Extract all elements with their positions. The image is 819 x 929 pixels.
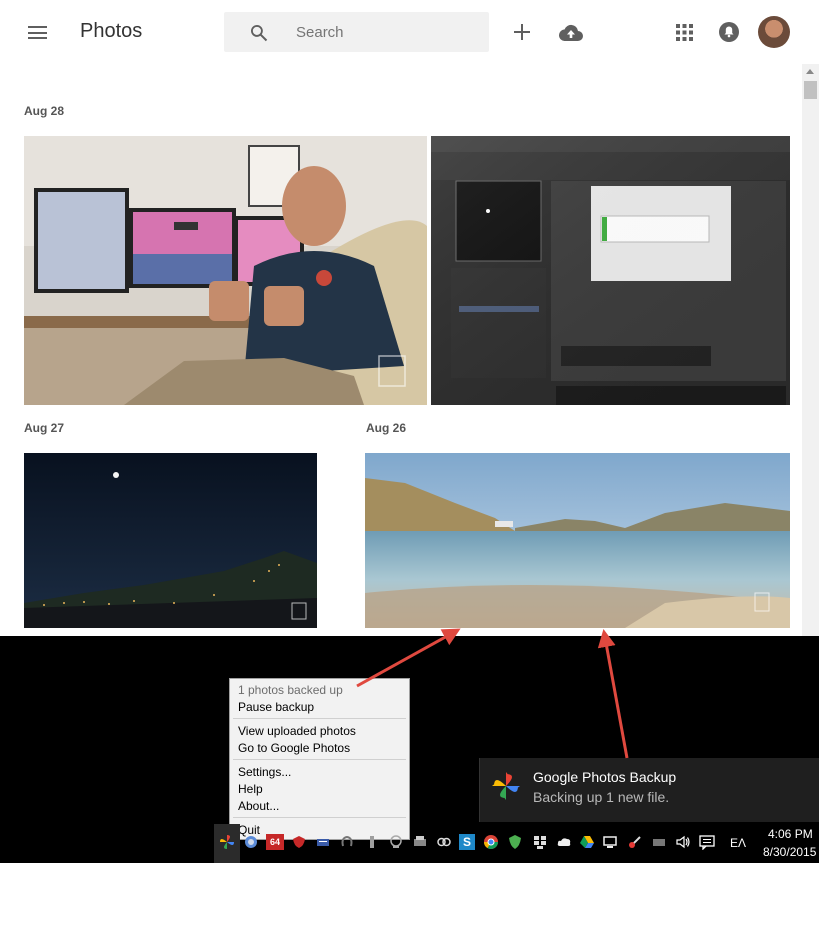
photo-thumbnail[interactable] xyxy=(24,136,427,405)
menu-item-help[interactable]: Help xyxy=(238,782,263,796)
menu-divider xyxy=(233,759,406,760)
menu-item-go-to-google-photos[interactable]: Go to Google Photos xyxy=(238,741,350,755)
photo-thumbnail[interactable] xyxy=(365,453,790,628)
link-tray-icon[interactable] xyxy=(436,834,452,850)
menu-item-about[interactable]: About... xyxy=(238,799,279,813)
tray-context-menu: 1 photos backed up Pause backup View upl… xyxy=(229,678,410,840)
menu-item-view-uploaded[interactable]: View uploaded photos xyxy=(238,724,356,738)
hamburger-menu-icon[interactable] xyxy=(28,26,47,39)
search-box[interactable] xyxy=(224,12,489,52)
notifications-icon[interactable] xyxy=(719,22,739,42)
date-heading: Aug 26 xyxy=(366,421,407,435)
menu-item-pause-backup[interactable]: Pause backup xyxy=(238,700,314,714)
backup-notification-toast[interactable]: Google Photos Backup Backing up 1 new fi… xyxy=(479,758,819,822)
volume-tray-icon[interactable] xyxy=(675,834,691,850)
search-input[interactable] xyxy=(296,12,481,52)
taskbar-clock-date[interactable]: 8/30/2015 xyxy=(763,845,816,859)
menu-divider xyxy=(233,718,406,719)
menu-status-backed-up: 1 photos backed up xyxy=(238,683,343,697)
upload-icon[interactable] xyxy=(559,24,583,41)
chrome-tray-icon[interactable] xyxy=(483,834,499,850)
scrollbar-thumb[interactable] xyxy=(804,81,817,99)
antivirus-tray-icon[interactable] xyxy=(507,834,523,850)
date-heading: Aug 28 xyxy=(24,104,65,118)
photo-thumbnail[interactable] xyxy=(431,136,790,405)
pen-tray-icon[interactable] xyxy=(364,834,380,850)
keyboard-tray-icon[interactable] xyxy=(651,834,667,850)
top-app-bar: Photos xyxy=(0,0,819,64)
google-photos-tray-icon[interactable] xyxy=(219,834,235,850)
onedrive-cloud-tray-icon[interactable] xyxy=(556,834,572,850)
browser-tray-icon[interactable] xyxy=(243,834,259,850)
display-tray-icon[interactable] xyxy=(388,834,404,850)
menu-item-settings[interactable]: Settings... xyxy=(238,765,291,779)
app-title: Photos xyxy=(80,20,143,42)
print-tray-icon[interactable] xyxy=(412,834,428,850)
skype-s-tray-icon[interactable]: S xyxy=(459,834,475,850)
add-icon[interactable] xyxy=(513,23,531,41)
badge-64-tray-icon[interactable]: 64 xyxy=(266,834,284,850)
page-scrollbar[interactable] xyxy=(802,64,819,636)
photos-page: Photos Search Aug 28 Aug 27 Aug 26 xyxy=(0,0,819,636)
scroll-up-icon[interactable] xyxy=(806,69,814,74)
action-center-icon[interactable] xyxy=(699,834,715,850)
google-drive-tray-icon[interactable] xyxy=(579,834,595,850)
photo-thumbnail[interactable] xyxy=(24,453,317,628)
monitor-tray-icon[interactable] xyxy=(603,834,619,850)
input-language-indicator[interactable]: ΕΛ xyxy=(730,836,746,850)
toast-body: Backing up 1 new file. xyxy=(533,789,670,805)
shield-tray-icon[interactable] xyxy=(291,834,307,850)
taskbar-clock-time[interactable]: 4:06 PM xyxy=(768,827,813,841)
google-photos-pinwheel-icon xyxy=(492,772,520,800)
remote-tray-icon[interactable] xyxy=(627,834,643,850)
account-avatar[interactable] xyxy=(758,16,790,48)
date-heading: Aug 27 xyxy=(24,421,65,435)
menu-divider xyxy=(233,817,406,818)
toast-title: Google Photos Backup xyxy=(533,769,677,785)
apps-grid-icon[interactable] xyxy=(676,24,693,41)
search-icon[interactable] xyxy=(249,23,269,43)
network-drive-tray-icon[interactable] xyxy=(315,834,331,850)
app-tray-icon[interactable] xyxy=(339,834,355,850)
dropbox-tray-icon[interactable] xyxy=(532,834,548,850)
